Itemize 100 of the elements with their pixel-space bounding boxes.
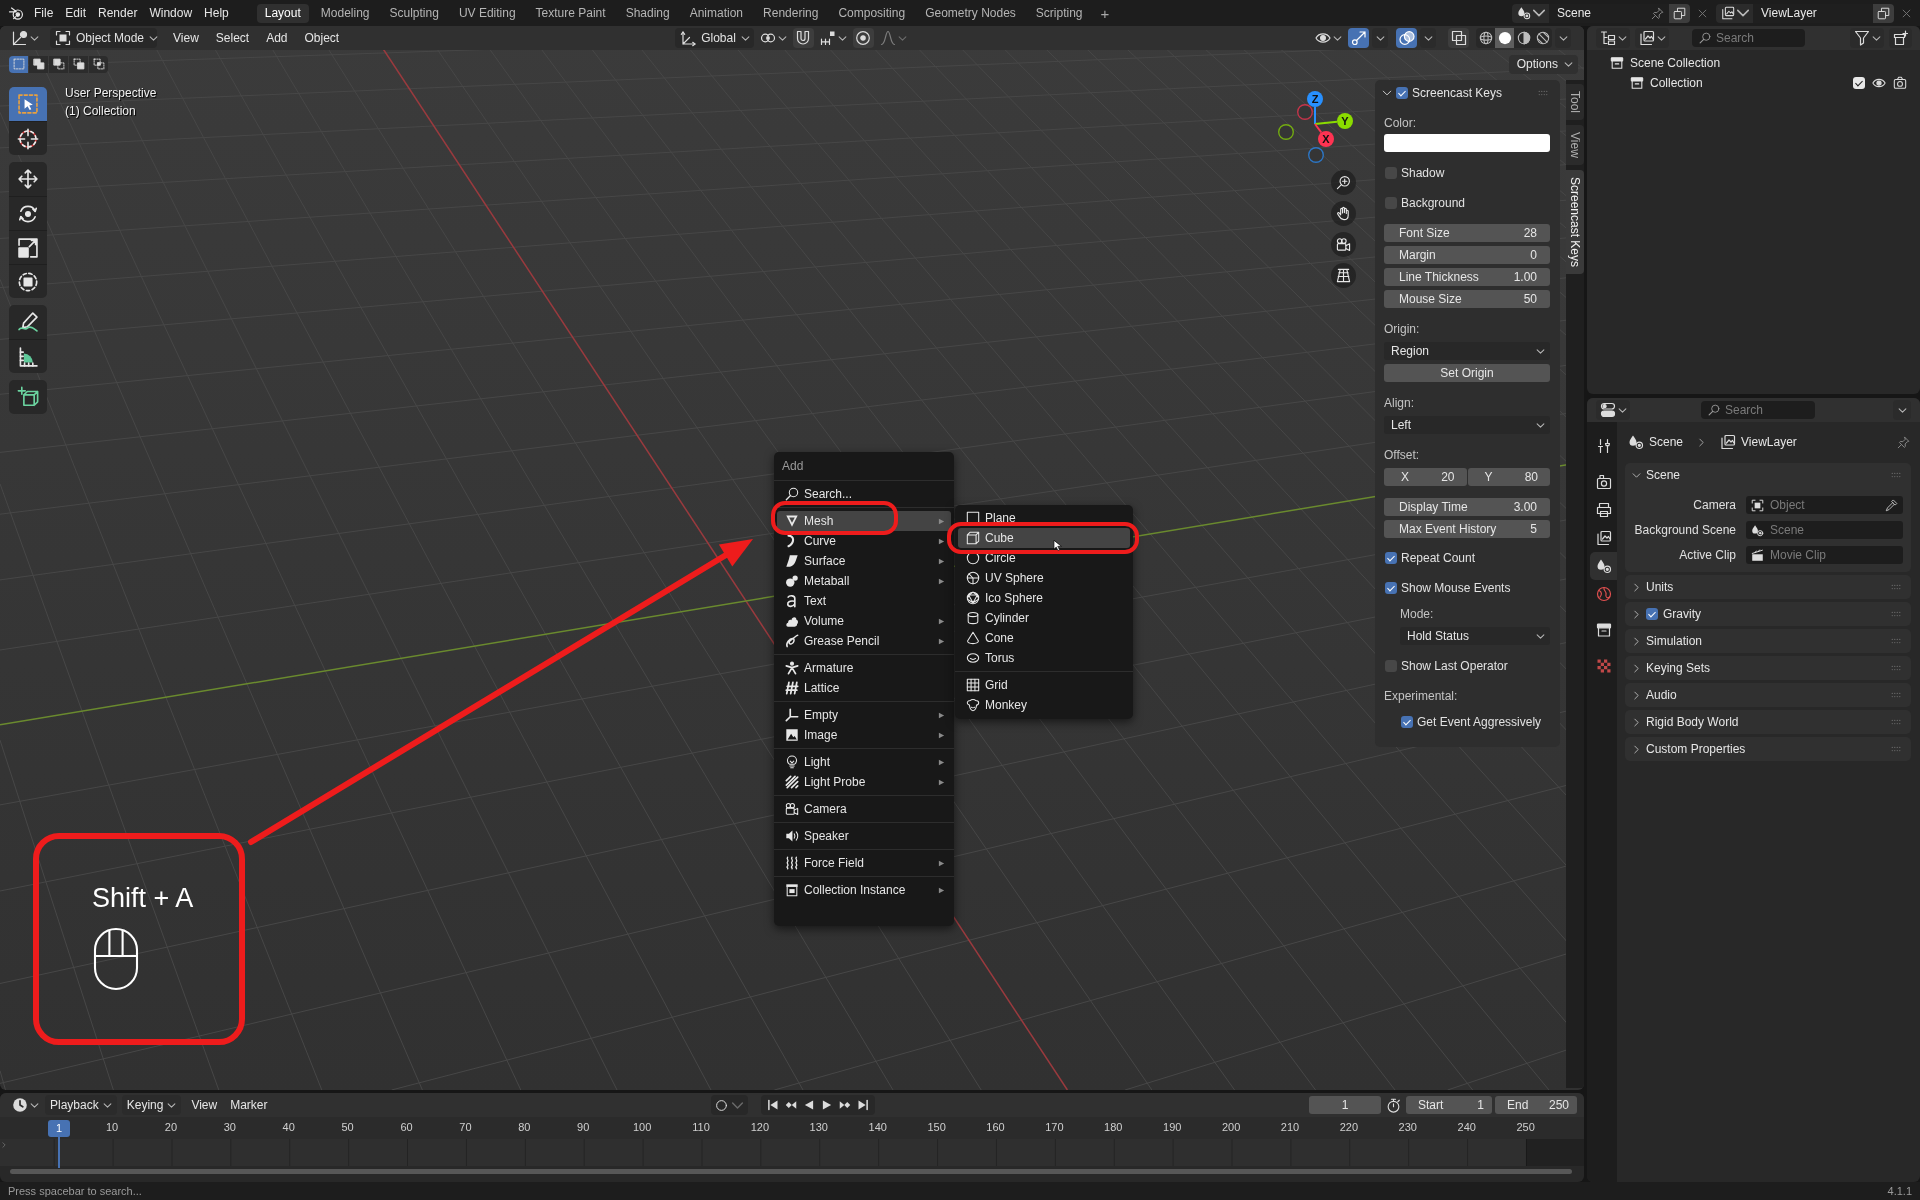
current-frame-field[interactable]: 1: [1309, 1096, 1381, 1114]
menu-item[interactable]: Object: [297, 28, 347, 48]
number-field[interactable]: X 20: [1384, 468, 1467, 486]
menu-item[interactable]: Render: [92, 3, 144, 23]
chevron-right-icon[interactable]: [1632, 609, 1641, 619]
workspace-tab[interactable]: Animation: [681, 3, 752, 23]
drag-handle-icon[interactable]: [1889, 609, 1903, 619]
proportional-editing-toggle[interactable]: [852, 28, 874, 48]
select-mode-button[interactable]: [89, 55, 108, 73]
workspace-tab[interactable]: Texture Paint: [527, 3, 614, 23]
checkbox[interactable]: [1646, 608, 1658, 620]
menu-dropdown[interactable]: Playback: [45, 1095, 117, 1115]
checkbox-label[interactable]: Shadow: [1401, 166, 1445, 180]
number-field[interactable]: Y 80: [1467, 468, 1550, 486]
overlays-toggle[interactable]: [1396, 28, 1417, 48]
logo-icon[interactable]: [8, 5, 24, 21]
select-mode-button[interactable]: [29, 55, 48, 73]
pin-icon[interactable]: [1651, 6, 1664, 20]
menu-item[interactable]: Text: [777, 591, 951, 611]
menu-item[interactable]: Volume: [777, 611, 951, 631]
stopwatch-icon[interactable]: [1386, 1097, 1401, 1113]
snap-toggle[interactable]: [792, 28, 814, 48]
tool-button[interactable]: [9, 305, 47, 339]
play-reverse-icon[interactable]: [803, 1099, 815, 1111]
menu-item[interactable]: View: [166, 28, 206, 48]
sidebar-tab[interactable]: Screencast Keys: [1566, 169, 1584, 274]
number-field[interactable]: Display Time 3.00: [1384, 498, 1550, 516]
chevron-down-icon[interactable]: [1632, 470, 1641, 480]
xray-toggle[interactable]: [1448, 28, 1469, 48]
menu-item[interactable]: Select: [208, 28, 257, 48]
checkbox[interactable]: [1396, 87, 1408, 99]
checkbox[interactable]: [1385, 660, 1397, 672]
eye-icon[interactable]: [1872, 76, 1886, 90]
menu-item[interactable]: Lattice: [777, 678, 951, 698]
menu-item[interactable]: Image: [777, 725, 951, 745]
checkbox[interactable]: [1385, 197, 1397, 209]
chevron-right-icon[interactable]: [1632, 663, 1641, 673]
number-field[interactable]: Mouse Size 50: [1384, 290, 1550, 308]
workspace-tab[interactable]: Shading: [617, 3, 678, 23]
shading-dropdown[interactable]: [1555, 28, 1571, 48]
datablock-field[interactable]: Scene: [1746, 521, 1903, 539]
projection-toggle[interactable]: [1331, 263, 1356, 288]
drag-handle-icon[interactable]: [1536, 88, 1550, 98]
overlays-dropdown[interactable]: [1420, 28, 1436, 48]
menu-search-item[interactable]: Search...: [777, 484, 951, 504]
number-field[interactable]: Max Event History 5: [1384, 520, 1550, 538]
workspace-tab[interactable]: Rendering: [755, 3, 827, 23]
menu-item[interactable]: Light: [777, 752, 951, 772]
breadcrumb-item[interactable]: Scene: [1649, 435, 1684, 449]
y-axis-handle[interactable]: Y: [1314, 113, 1353, 129]
drag-handle-icon[interactable]: [1889, 636, 1903, 646]
menu-item[interactable]: Plane: [958, 508, 1130, 528]
menu-dropdown[interactable]: Keying: [121, 1095, 182, 1115]
chevron-right-icon[interactable]: [1632, 717, 1641, 727]
shading-button[interactable]: [1495, 28, 1514, 48]
chevron-right-icon[interactable]: [1632, 690, 1641, 700]
drag-handle-icon[interactable]: [1889, 717, 1903, 727]
menu-item[interactable]: Light Probe: [777, 772, 951, 792]
pan-button[interactable]: [1331, 201, 1356, 226]
tool-button[interactable]: [9, 230, 47, 264]
tool-button[interactable]: [9, 339, 47, 373]
close-icon[interactable]: [1698, 8, 1707, 18]
editor-type-dropdown[interactable]: [1596, 400, 1630, 420]
play-icon[interactable]: [821, 1099, 833, 1111]
workspace-tab[interactable]: UV Editing: [450, 3, 524, 23]
panel-button[interactable]: Set Origin: [1384, 364, 1550, 382]
new-view-layer-button[interactable]: [1873, 3, 1894, 23]
outliner-item[interactable]: Scene Collection: [1630, 56, 1907, 70]
negative-y-handle[interactable]: [1278, 124, 1294, 140]
workspace-tab[interactable]: Scripting: [1027, 3, 1091, 23]
menu-item[interactable]: Cylinder: [958, 608, 1130, 628]
search-field[interactable]: Search: [1692, 29, 1805, 47]
checkbox[interactable]: [1385, 552, 1397, 564]
negative-x-handle[interactable]: [1297, 104, 1313, 120]
view-layer-browse-dropdown[interactable]: [1716, 3, 1753, 23]
checkbox[interactable]: [1385, 167, 1397, 179]
tool-button[interactable]: [9, 380, 47, 414]
display-mode-dropdown[interactable]: [1596, 28, 1630, 48]
workspace-tab[interactable]: Geometry Nodes: [917, 3, 1024, 23]
checkbox-label[interactable]: Get Event Aggressively: [1417, 715, 1542, 729]
workspace-tab[interactable]: Modeling: [312, 3, 378, 23]
jump-to-start-icon[interactable]: [767, 1099, 779, 1111]
tool-button[interactable]: [9, 264, 47, 298]
menu-item[interactable]: Grease Pencil: [777, 631, 951, 651]
select-mode-button[interactable]: [49, 55, 68, 73]
scrollbar[interactable]: [10, 1169, 1572, 1174]
menu-item[interactable]: Curve: [777, 531, 951, 551]
checkbox-label[interactable]: Repeat Count: [1401, 551, 1476, 565]
menu-item[interactable]: Add: [259, 28, 295, 48]
current-frame-indicator[interactable]: 1: [48, 1120, 70, 1137]
z-axis-handle[interactable]: Z: [1307, 91, 1323, 125]
orientation-dropdown[interactable]: Global: [675, 28, 754, 48]
menu-item[interactable]: Collection Instance: [777, 880, 951, 900]
checkbox-label[interactable]: Background: [1401, 196, 1466, 210]
add-workspace-button[interactable]: +: [1094, 3, 1116, 23]
scene-browse-dropdown[interactable]: [1512, 3, 1549, 23]
dropdown[interactable]: Region: [1384, 342, 1550, 360]
end-frame-field[interactable]: End 250: [1495, 1096, 1577, 1114]
menu-item[interactable]: Force Field: [777, 853, 951, 873]
menu-item[interactable]: Empty: [777, 705, 951, 725]
